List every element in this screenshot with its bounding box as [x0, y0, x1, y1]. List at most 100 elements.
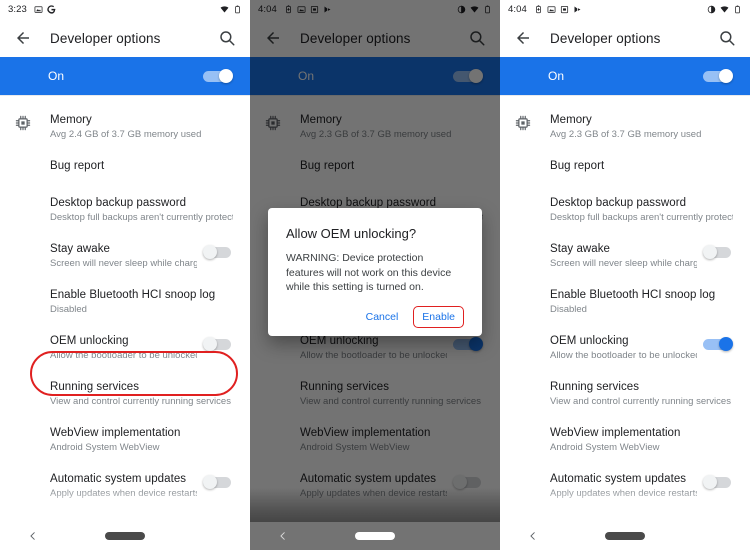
row-text: OEM unlocking Allow the bootloader to be … [50, 334, 197, 362]
battery-saver-icon [534, 5, 543, 14]
row-text: Enable Bluetooth HCI snoop log Disabled [50, 288, 233, 316]
settings-row-automatic-system-updates[interactable]: Automatic system updates Apply updates wh… [500, 463, 750, 509]
row-toggle-automatic-system-updates[interactable] [203, 475, 233, 489]
toggle-knob [203, 245, 217, 259]
oem-unlocking-dialog: Allow OEM unlocking? WARNING: Device prot… [268, 208, 482, 336]
screenshot-icon [547, 5, 556, 14]
screenshot-sequence: 3:23 Developer options On Memory Avg 2.4 GB … [0, 0, 750, 550]
settings-row-oem-unlocking[interactable]: OEM unlocking Allow the bootloader to be … [500, 325, 750, 371]
toggle-knob [719, 69, 733, 83]
developer-options-master-switch-bar[interactable]: On [0, 57, 250, 95]
settings-row-stay-awake[interactable]: Stay awake Screen will never sleep while … [0, 233, 250, 279]
settings-row-webview-implementation[interactable]: WebView implementation Android System Web… [500, 417, 750, 463]
row-text: Bug report [550, 159, 733, 173]
search-icon[interactable] [718, 29, 736, 47]
row-subtitle: Apply updates when device restarts [50, 488, 197, 499]
dialog-message: WARNING: Device protection features will… [286, 252, 452, 293]
home-pill-indicator[interactable] [355, 532, 395, 540]
system-navigation-bar [0, 522, 250, 550]
row-title: Stay awake [550, 243, 610, 255]
toggle-knob [219, 69, 233, 83]
row-subtitle: Desktop full backups aren't currently pr… [50, 212, 233, 223]
row-title: Enable Bluetooth HCI snoop log [550, 289, 716, 301]
arrow-back-icon[interactable] [514, 29, 532, 47]
row-text: Stay awake Screen will never sleep while … [50, 242, 197, 270]
dialog-cancel-button[interactable]: Cancel [357, 306, 408, 328]
row-subtitle: Avg 2.3 GB of 3.7 GB memory used [550, 129, 702, 140]
settings-row-webview-implementation[interactable]: WebView implementation Android System Web… [0, 417, 250, 463]
notification-icons [534, 5, 582, 14]
arrow-back-icon[interactable] [14, 29, 32, 47]
system-status-icons [220, 5, 242, 14]
phone-screen-panel-before: 3:23 Developer options On Memory Avg 2.4 GB … [0, 0, 250, 550]
settings-row-memory[interactable]: Memory Avg 2.4 GB of 3.7 GB memory used [0, 104, 250, 150]
battery-icon [733, 5, 742, 14]
row-text: Automatic system updates Apply updates wh… [50, 472, 197, 500]
page-title: Developer options [50, 30, 161, 46]
row-text: OEM unlocking Allow the bootloader to be … [550, 334, 697, 362]
developer-options-master-switch-bar[interactable]: On [500, 57, 750, 95]
toggle-knob [719, 337, 733, 351]
row-text: Memory Avg 2.3 GB of 3.7 GB memory used [550, 113, 733, 141]
row-title: Stay awake [50, 243, 110, 255]
row-text: WebView implementation Android System Web… [550, 426, 733, 454]
settings-row-running-services[interactable]: Running services View and control current… [500, 371, 750, 417]
settings-row-desktop-backup-password[interactable]: Desktop backup password Desktop full back… [0, 187, 250, 233]
chevron-back-icon[interactable] [278, 530, 288, 542]
row-subtitle: Allow the bootloader to be unlocked [50, 350, 197, 361]
screenshot-icon [34, 5, 43, 14]
row-subtitle: Allow the bootloader to be unlocked [550, 350, 697, 361]
master-switch-toggle[interactable] [203, 69, 233, 83]
settings-row-stay-awake[interactable]: Stay awake Screen will never sleep while … [500, 233, 750, 279]
settings-row-automatic-system-updates[interactable]: Automatic system updates Apply updates wh… [0, 463, 250, 509]
chevron-back-icon[interactable] [528, 530, 538, 542]
settings-row-oem-unlocking[interactable]: OEM unlocking Allow the bootloader to be … [0, 325, 250, 371]
settings-row-memory[interactable]: Memory Avg 2.3 GB of 3.7 GB memory used [500, 104, 750, 150]
row-toggle-oem-unlocking[interactable] [703, 337, 733, 351]
settings-row-bug-report[interactable]: Bug report [0, 150, 250, 187]
memory-chip-icon [14, 114, 32, 132]
system-navigation-bar [500, 522, 750, 550]
row-title: Running services [550, 381, 640, 393]
row-subtitle: Disabled [550, 304, 587, 315]
search-icon[interactable] [218, 29, 236, 47]
dialog-actions: Cancel Enable [286, 305, 464, 328]
settings-row-bug-report[interactable]: Bug report [500, 150, 750, 187]
status-bar: 3:23 [0, 0, 250, 19]
row-text: Automatic system updates Apply updates wh… [550, 472, 697, 500]
row-subtitle: Avg 2.4 GB of 3.7 GB memory used [50, 129, 202, 140]
row-toggle-automatic-system-updates[interactable] [703, 475, 733, 489]
master-switch-label: On [548, 69, 565, 83]
master-switch-toggle[interactable] [703, 69, 733, 83]
app-bar: Developer options [500, 19, 750, 57]
row-subtitle: View and control currently running servi… [50, 396, 231, 407]
home-pill-indicator[interactable] [105, 532, 145, 540]
status-bar-clock: 3:23 [8, 4, 27, 15]
row-text: WebView implementation Android System Web… [50, 426, 233, 454]
row-title: Automatic system updates [550, 473, 687, 485]
settings-list: Memory Avg 2.4 GB of 3.7 GB memory used Bu… [0, 96, 250, 509]
phone-screen-panel-after: 4:04 Developer options On Memory Avg 2.3 GB … [500, 0, 750, 550]
row-toggle-oem-unlocking[interactable] [203, 337, 233, 351]
settings-row-bluetooth-hci-snoop-log[interactable]: Enable Bluetooth HCI snoop log Disabled [500, 279, 750, 325]
home-pill-indicator[interactable] [605, 532, 645, 540]
row-subtitle: Desktop full backups aren't currently pr… [550, 212, 733, 223]
row-text: Stay awake Screen will never sleep while … [550, 242, 697, 270]
divider [500, 95, 750, 96]
toggle-knob [203, 475, 217, 489]
settings-row-bluetooth-hci-snoop-log[interactable]: Enable Bluetooth HCI snoop log Disabled [0, 279, 250, 325]
row-title: Enable Bluetooth HCI snoop log [50, 289, 216, 301]
settings-row-desktop-backup-password[interactable]: Desktop backup password Desktop full back… [500, 187, 750, 233]
row-toggle-stay-awake[interactable] [203, 245, 233, 259]
settings-row-running-services[interactable]: Running services View and control current… [0, 371, 250, 417]
row-title: OEM unlocking [50, 335, 129, 347]
toggle-knob [703, 245, 717, 259]
dialog-enable-button[interactable]: Enable [413, 305, 464, 328]
chevron-back-icon[interactable] [28, 530, 38, 542]
row-title: Desktop backup password [550, 197, 687, 209]
row-subtitle: Android System WebView [550, 442, 660, 453]
row-title: OEM unlocking [550, 335, 629, 347]
master-switch-label: On [48, 69, 65, 83]
row-toggle-stay-awake[interactable] [703, 245, 733, 259]
row-subtitle: Apply updates when device restarts [550, 488, 697, 499]
